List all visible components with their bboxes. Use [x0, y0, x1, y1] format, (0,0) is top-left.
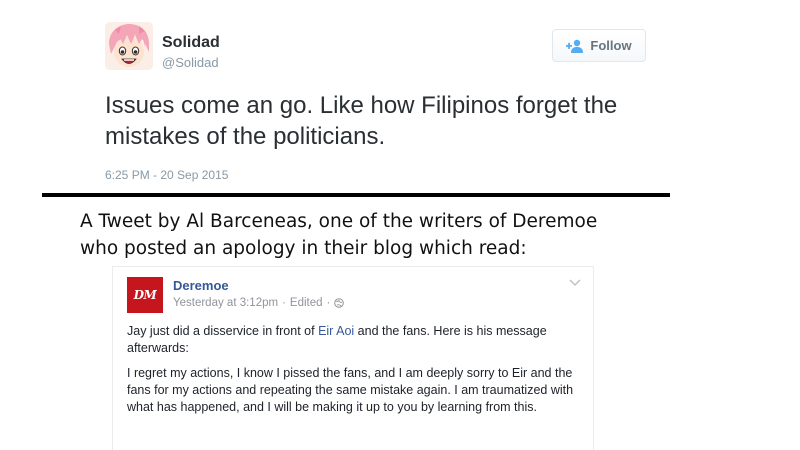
edited-label[interactable]: Edited: [290, 297, 323, 309]
divider-line: [42, 193, 670, 197]
user-handle[interactable]: @Solidad: [162, 55, 219, 70]
caption-line-2: who posted an apology in their blog whic…: [80, 238, 527, 259]
mention-link-eir-aoi[interactable]: Eir Aoi: [318, 324, 354, 338]
post-paragraph-1: Jay just did a disservice in front of Ei…: [127, 323, 582, 357]
facebook-post-card: DM Deremoe Yesterday at 3:12pm · Edited …: [112, 266, 594, 450]
page-logo-text: DM: [133, 288, 157, 302]
caption-line-1: A Tweet by Al Barceneas, one of the writ…: [80, 211, 598, 232]
globe-icon: [334, 298, 345, 308]
post-body: Jay just did a disservice in front of Ei…: [127, 323, 582, 424]
post-time-link[interactable]: Yesterday at 3:12pm: [173, 297, 278, 309]
paragraph-1-text: Jay just did a disservice in front of: [127, 324, 319, 338]
page-logo[interactable]: DM: [127, 277, 163, 313]
anime-avatar-icon: [105, 22, 153, 70]
tweet-card: Solidad @Solidad Follow Issues come an g…: [0, 0, 800, 190]
tweet-text: Issues come an go. Like how Filipinos fo…: [105, 92, 618, 150]
screenshot-page: Solidad @Solidad Follow Issues come an g…: [0, 0, 800, 450]
page-name-link[interactable]: Deremoe: [173, 278, 229, 293]
meta-separator: ·: [282, 297, 286, 309]
meta-separator-2: ·: [326, 297, 331, 309]
user-display-name[interactable]: Solidad: [162, 34, 220, 52]
caption-text: A Tweet by Al Barceneas, one of the writ…: [80, 208, 720, 262]
avatar[interactable]: [105, 22, 153, 70]
follow-button[interactable]: Follow: [552, 29, 646, 62]
tweet-timestamp[interactable]: 6:25 PM - 20 Sep 2015: [105, 168, 228, 182]
post-paragraph-2: I regret my actions, I know I pissed the…: [127, 366, 574, 414]
follow-button-label: Follow: [590, 38, 632, 53]
chevron-down-icon[interactable]: [569, 279, 581, 287]
add-user-icon: [566, 39, 584, 53]
post-meta: Yesterday at 3:12pm · Edited ·: [173, 297, 345, 309]
